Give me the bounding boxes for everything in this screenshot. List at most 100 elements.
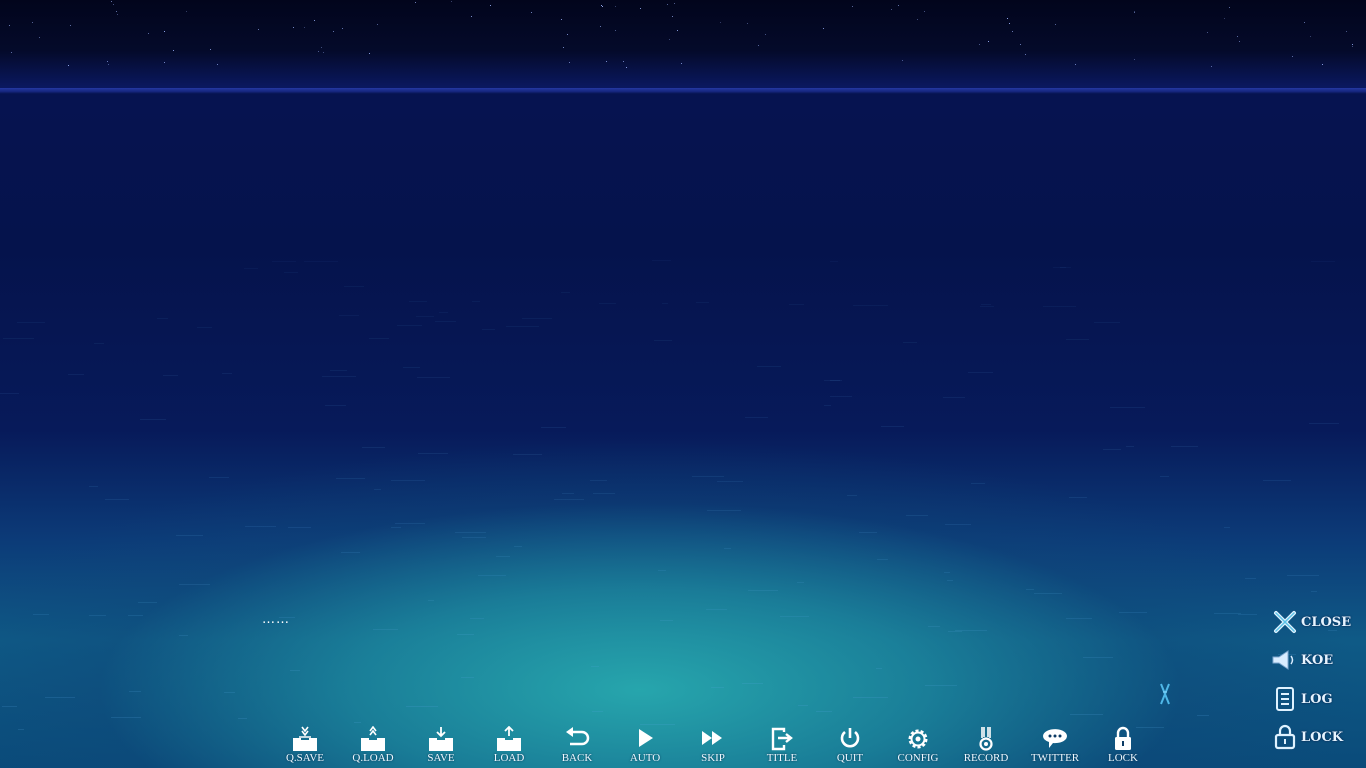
ripple	[374, 489, 381, 490]
ripple	[522, 318, 552, 319]
ripple	[853, 305, 888, 306]
star	[677, 30, 678, 31]
star	[615, 30, 616, 31]
star	[924, 11, 925, 12]
qload-button[interactable]: Q.LOAD	[343, 726, 403, 766]
ripple	[707, 510, 741, 511]
star	[1304, 22, 1305, 23]
ripple	[816, 711, 832, 712]
star	[451, 1, 452, 2]
ripple	[658, 570, 666, 571]
ripple	[138, 602, 157, 603]
ripple	[1311, 261, 1335, 262]
ripple	[409, 301, 427, 302]
ripple	[1069, 497, 1087, 498]
koe-button[interactable]: KOE	[1271, 646, 1353, 674]
star	[917, 19, 918, 20]
star	[640, 8, 641, 9]
star	[369, 53, 370, 54]
load-label: LOAD	[493, 752, 525, 764]
ripple	[339, 315, 359, 316]
ripple	[2, 706, 17, 707]
star	[1211, 66, 1212, 67]
ripple	[789, 304, 804, 305]
ripple	[876, 668, 882, 669]
ripple	[514, 546, 522, 547]
ripple	[1070, 714, 1103, 715]
ripple	[1119, 612, 1147, 613]
ripple	[1263, 480, 1291, 481]
star	[979, 44, 980, 45]
star	[217, 64, 218, 65]
ocean-night-background: …… CLOSE KOE LOG LOCK Q.SAVE Q.LOAD SAVE…	[0, 0, 1366, 768]
star	[68, 65, 69, 66]
auto-label: AUTO	[629, 752, 661, 764]
ripple	[304, 261, 338, 262]
ripple	[222, 373, 232, 374]
lock-button[interactable]: LOCK	[1093, 726, 1153, 766]
star	[569, 62, 570, 63]
back-arrow-icon	[562, 726, 592, 752]
ripple	[1245, 578, 1256, 579]
star	[601, 5, 602, 6]
ripple	[859, 532, 877, 533]
record-button[interactable]: RECORD	[956, 726, 1016, 766]
star	[314, 20, 315, 21]
ripple	[748, 590, 778, 591]
ripple	[971, 483, 985, 484]
star	[471, 16, 472, 17]
star	[1134, 12, 1135, 13]
record-label: RECORD	[963, 752, 1009, 764]
ripple	[724, 548, 731, 549]
star	[1239, 41, 1240, 42]
ripple	[1026, 589, 1034, 590]
ripple	[244, 268, 258, 269]
auto-button[interactable]: AUTO	[615, 726, 675, 766]
star	[669, 39, 670, 40]
back-button[interactable]: BACK	[547, 726, 607, 766]
speech-bubble-icon	[1040, 726, 1070, 752]
dialogue-text: ……	[262, 612, 290, 627]
ripple	[140, 419, 166, 420]
ripple	[341, 552, 360, 553]
ripple	[330, 370, 347, 371]
qsave-label: Q.SAVE	[285, 752, 324, 764]
ripple	[1197, 715, 1209, 716]
ripple	[417, 377, 450, 378]
star	[626, 67, 627, 68]
star	[758, 45, 759, 46]
qsave-button[interactable]: Q.SAVE	[275, 726, 335, 766]
star	[563, 47, 564, 48]
star	[210, 49, 211, 50]
ripple	[948, 631, 962, 632]
ripple	[968, 372, 993, 373]
ripple	[561, 292, 570, 293]
log-button[interactable]: LOG	[1271, 685, 1353, 713]
ripple	[272, 261, 296, 262]
skip-button[interactable]: SKIP	[683, 726, 743, 766]
star	[108, 64, 109, 65]
ripple	[853, 697, 888, 698]
ripple	[798, 705, 808, 706]
ripple	[197, 327, 212, 328]
ripple	[369, 338, 389, 339]
ripple	[1171, 446, 1198, 447]
quit-button[interactable]: QUIT	[820, 726, 880, 766]
ripple	[797, 582, 804, 583]
ripple	[395, 523, 425, 524]
ripple	[662, 303, 668, 304]
close-button[interactable]: CLOSE	[1271, 608, 1353, 636]
title-button[interactable]: TITLE	[752, 726, 812, 766]
twitter-button[interactable]: TWITTER	[1025, 726, 1085, 766]
ripple	[947, 580, 953, 581]
load-button[interactable]: LOAD	[479, 726, 539, 766]
star	[1322, 64, 1323, 65]
ripple	[176, 535, 203, 536]
star	[1012, 31, 1013, 32]
ripple	[944, 572, 950, 573]
ripple	[496, 556, 510, 557]
save-button[interactable]: SAVE	[411, 726, 471, 766]
ripple	[1094, 322, 1120, 323]
ripple	[3, 338, 34, 339]
config-button[interactable]: CONFIG	[888, 726, 948, 766]
